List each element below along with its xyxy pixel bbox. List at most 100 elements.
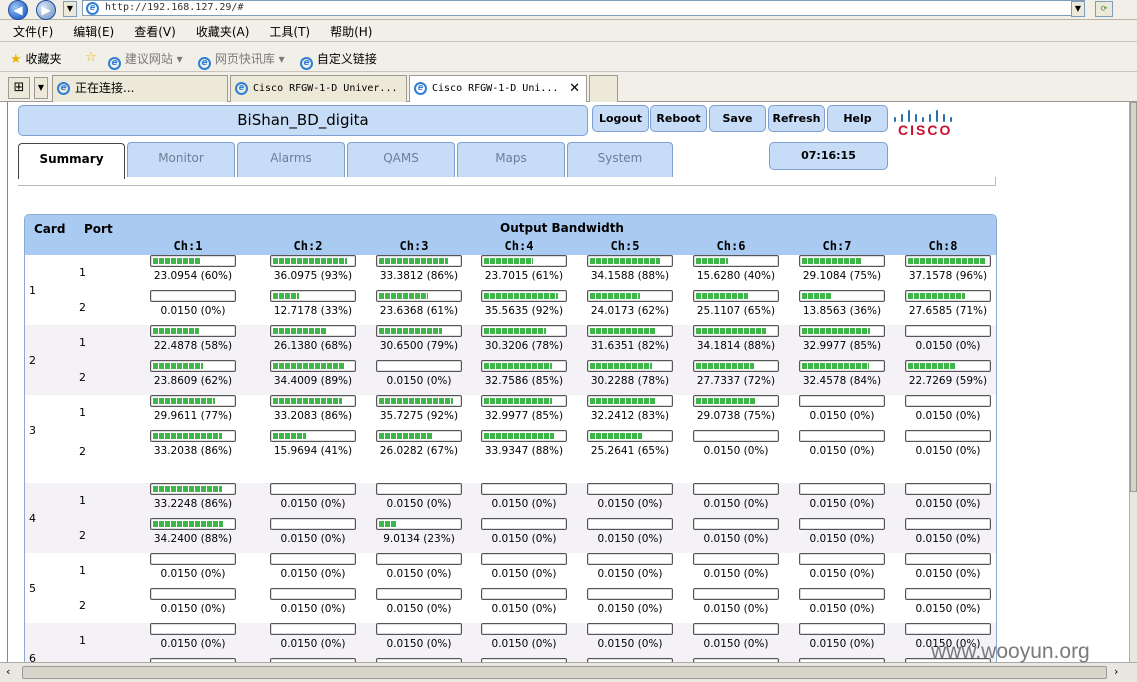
- new-tab-button[interactable]: [589, 75, 618, 102]
- back-icon[interactable]: ◀: [8, 0, 28, 20]
- fav-link-suggested[interactable]: e 建议网站 ▾: [108, 50, 183, 70]
- refresh-button[interactable]: Refresh: [768, 105, 825, 132]
- vertical-scrollbar[interactable]: [1129, 102, 1137, 662]
- bandwidth-value: 23.6368 (61%): [379, 305, 459, 317]
- bandwidth-meter: [799, 255, 885, 267]
- horizontal-scroll-thumb[interactable]: [22, 666, 1107, 679]
- bandwidth-cell: 0.0150 (0%): [683, 483, 793, 517]
- ch7-header: Ch:7: [822, 239, 852, 253]
- bandwidth-meter: [376, 483, 462, 495]
- bandwidth-value: 9.0134 (23%): [383, 533, 455, 545]
- refresh-go-icon[interactable]: ⟳: [1095, 1, 1113, 17]
- bandwidth-meter-fill: [484, 293, 558, 299]
- fav-link-custom[interactable]: e 自定义链接: [300, 50, 377, 70]
- browser-tab-cisco-2[interactable]: e Cisco RFGW-1-D Uni... ✕: [409, 75, 587, 102]
- bandwidth-value: 0.0150 (0%): [809, 638, 875, 650]
- browser-tab-cisco-1[interactable]: e Cisco RFGW-1-D Univer...: [230, 75, 407, 102]
- menu-item[interactable]: 帮助(H): [317, 20, 379, 40]
- bandwidth-cell: 0.0150 (0%): [260, 588, 370, 622]
- bandwidth-value: 31.6351 (82%): [590, 340, 670, 352]
- tab-maps[interactable]: Maps: [457, 142, 565, 177]
- bandwidth-meter: [270, 430, 356, 442]
- bandwidth-meter-fill: [273, 293, 299, 299]
- horizontal-scrollbar[interactable]: ‹ ›: [0, 662, 1137, 682]
- bandwidth-value: 22.4878 (58%): [153, 340, 233, 352]
- scroll-right-icon[interactable]: ›: [1114, 665, 1118, 678]
- bandwidth-meter: [270, 553, 356, 565]
- ch4-header: Ch:4: [504, 239, 534, 253]
- reboot-button[interactable]: Reboot: [650, 105, 707, 132]
- bandwidth-meter: [693, 255, 779, 267]
- bandwidth-meter: [799, 483, 885, 495]
- bandwidth-meter: [905, 553, 991, 565]
- port-number: 2: [79, 599, 86, 612]
- bandwidth-meter: [905, 483, 991, 495]
- bandwidth-cell: 26.1380 (68%): [260, 325, 370, 359]
- vertical-scroll-thumb[interactable]: [1130, 102, 1137, 492]
- bandwidth-cell: 26.0282 (67%): [366, 430, 476, 464]
- menu-item[interactable]: 编辑(E): [60, 20, 121, 40]
- help-button[interactable]: Help: [827, 105, 888, 132]
- bandwidth-meter: [481, 430, 567, 442]
- bandwidth-meter-fill: [590, 293, 640, 299]
- port-number: 1: [79, 266, 86, 279]
- bandwidth-cell: 0.0150 (0%): [683, 430, 793, 464]
- url-dropdown-icon[interactable]: ▼: [1071, 1, 1085, 17]
- bandwidth-meter: [905, 325, 991, 337]
- bandwidth-value: 29.0738 (75%): [696, 410, 776, 422]
- bandwidth-meter-fill: [590, 328, 656, 334]
- bandwidth-cell: 0.0150 (0%): [471, 623, 581, 657]
- bandwidth-cell: 0.0150 (0%): [683, 588, 793, 622]
- card-row: 5 1 0.0150 (0%) 0.0150 (0%) 0.0150 (0%) 0.015…: [25, 553, 996, 623]
- ie-icon: e: [198, 57, 211, 70]
- bandwidth-value: 0.0150 (0%): [703, 445, 769, 457]
- bandwidth-cell: 30.2288 (78%): [577, 360, 687, 394]
- menu-item[interactable]: 工具(T): [256, 20, 317, 40]
- menu-item[interactable]: 文件(F): [0, 20, 60, 40]
- tab-monitor[interactable]: Monitor: [127, 142, 235, 177]
- tab-list-dropdown-icon[interactable]: ▼: [34, 77, 48, 99]
- bandwidth-meter: [376, 325, 462, 337]
- tab-system[interactable]: System: [567, 142, 673, 177]
- bandwidth-cell: 25.2641 (65%): [577, 430, 687, 464]
- history-dropdown-icon[interactable]: ▼: [63, 1, 77, 17]
- add-favorite-icon[interactable]: ☆: [85, 50, 97, 65]
- bandwidth-meter: [799, 588, 885, 600]
- url-input[interactable]: e http://192.168.127.29/#: [82, 0, 1085, 16]
- forward-icon[interactable]: ▶: [36, 0, 56, 20]
- bandwidth-value: 33.2083 (86%): [273, 410, 353, 422]
- tab-qams[interactable]: QAMS: [347, 142, 455, 177]
- bandwidth-cell: 0.0150 (0%): [366, 553, 476, 587]
- menu-item[interactable]: 收藏夹(A): [183, 20, 257, 40]
- bandwidth-cell: 13.8563 (36%): [789, 290, 899, 324]
- ch1-header: Ch:1: [173, 239, 203, 253]
- bandwidth-meter: [693, 483, 779, 495]
- bandwidth-meter: [693, 588, 779, 600]
- bandwidth-value: 15.9694 (41%): [273, 445, 353, 457]
- tab-alarms[interactable]: Alarms: [237, 142, 345, 177]
- bandwidth-meter: [693, 325, 779, 337]
- bandwidth-cell: 23.8609 (62%): [140, 360, 250, 394]
- close-tab-icon[interactable]: ✕: [569, 76, 580, 101]
- fav-link-webslice[interactable]: e 网页快讯库 ▾: [198, 50, 285, 70]
- bandwidth-cell: 0.0150 (0%): [471, 483, 581, 517]
- scroll-left-icon[interactable]: ‹: [6, 665, 10, 678]
- browser-tab-connecting[interactable]: e 正在连接...: [52, 75, 228, 102]
- bandwidth-cell: 0.0150 (0%): [789, 588, 899, 622]
- card-number: 4: [29, 512, 36, 525]
- quick-tabs-icon[interactable]: ⊞: [8, 77, 30, 99]
- bandwidth-value: 32.9977 (85%): [802, 340, 882, 352]
- logout-button[interactable]: Logout: [592, 105, 649, 132]
- bandwidth-meter-fill: [484, 258, 533, 264]
- tab-summary[interactable]: Summary: [18, 143, 125, 179]
- bandwidth-meter: [799, 553, 885, 565]
- bandwidth-value: 0.0150 (0%): [160, 568, 226, 580]
- bandwidth-value: 33.3812 (86%): [379, 270, 459, 282]
- save-button[interactable]: Save: [709, 105, 766, 132]
- favorites-button[interactable]: ★ 收藏夹: [10, 50, 62, 67]
- bandwidth-cell: 0.0150 (0%): [366, 360, 476, 394]
- bandwidth-value: 27.6585 (71%): [908, 305, 988, 317]
- bandwidth-cell: 0.0150 (0%): [260, 553, 370, 587]
- bandwidth-cell: 0.0150 (0%): [789, 430, 899, 464]
- menu-item[interactable]: 查看(V): [121, 20, 183, 40]
